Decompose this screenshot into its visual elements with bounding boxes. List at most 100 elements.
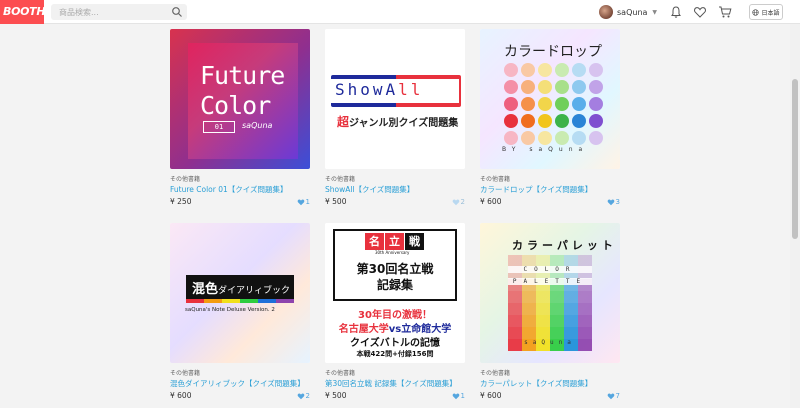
cover-title: Future Color: [200, 61, 285, 120]
product-category[interactable]: その他書籍: [325, 174, 465, 183]
heart-icon: [607, 392, 614, 399]
product-price: ¥ 250: [170, 197, 192, 206]
cart-icon[interactable]: [718, 5, 732, 19]
product-thumbnail[interactable]: カラーパレット COLOR PALETTE saQuna: [480, 223, 620, 363]
palette-cell: [550, 327, 564, 339]
color-dot: [504, 114, 518, 128]
color-dot: [555, 131, 569, 145]
heart-icon: [452, 392, 459, 399]
like-button[interactable]: 7: [607, 391, 620, 400]
like-button[interactable]: 2: [297, 391, 310, 400]
color-dot: [572, 63, 586, 77]
user-menu[interactable]: saQuna ▼: [599, 4, 657, 20]
product-thumbnail[interactable]: 混色ダイアリィブック saQuna's Note Deluxe Version.…: [170, 223, 310, 363]
product-title[interactable]: Future Color 01【クイズ問題集】: [170, 184, 310, 194]
cover-tagline: 30年目の激戦！: [358, 310, 432, 321]
cover-logo: ShowAll: [335, 80, 424, 99]
heart-icon: [297, 392, 304, 399]
scrollbar-thumb[interactable]: [792, 79, 798, 239]
color-dot: [521, 97, 535, 111]
product-title[interactable]: 第30回名立戦 記録集【クイズ問題集】: [325, 378, 465, 388]
product-thumbnail[interactable]: 名立戦 30th Anniversary 第30回名立戦 記録集 30年目の激戦…: [325, 223, 465, 363]
product-category[interactable]: その他書籍: [170, 174, 310, 183]
product-category[interactable]: その他書籍: [480, 368, 620, 377]
palette-cell: [536, 303, 550, 315]
color-dot: [555, 114, 569, 128]
product-thumbnail[interactable]: カラードロップ BY saQuna: [480, 29, 620, 169]
cover-signature: BY saQuna: [502, 146, 589, 153]
color-dot: [538, 80, 552, 94]
cover-matchup: 名古屋大学vs立命館大学: [338, 324, 452, 335]
cover-anniversary: 30th Anniversary: [375, 250, 410, 255]
color-dot: [589, 97, 603, 111]
product-card[interactable]: 名立戦 30th Anniversary 第30回名立戦 記録集 30年目の激戦…: [325, 223, 465, 400]
booth-logo[interactable]: BOOTHπ: [0, 0, 51, 24]
search-input[interactable]: [51, 4, 187, 20]
like-button[interactable]: 3: [607, 197, 620, 206]
palette-cell: [508, 303, 522, 315]
product-card[interactable]: カラーパレット COLOR PALETTE saQuna その他書籍 カラーパレ…: [480, 223, 620, 400]
product-title[interactable]: 混色ダイアリィブック【クイズ問題集】: [170, 378, 310, 388]
like-button[interactable]: 2: [452, 197, 465, 206]
search-icon[interactable]: [171, 6, 183, 18]
product-card[interactable]: 混色ダイアリィブック saQuna's Note Deluxe Version.…: [170, 223, 310, 400]
color-dot: [555, 80, 569, 94]
product-thumbnail[interactable]: ShowAll 超ジャンル別クイズ問題集: [325, 29, 465, 169]
color-dot: [521, 63, 535, 77]
color-dot: [538, 131, 552, 145]
cover-title: 混色ダイアリィブック: [192, 282, 291, 297]
like-button[interactable]: 1: [452, 391, 465, 400]
color-dot: [504, 80, 518, 94]
palette-cell: [522, 291, 536, 303]
heart-icon: [607, 198, 614, 205]
product-price: ¥ 600: [170, 391, 192, 400]
cover-caption: saQuna's Note Deluxe Version. 2: [185, 307, 275, 313]
like-count: 1: [305, 197, 310, 206]
color-dot: [589, 131, 603, 145]
like-count: 7: [615, 391, 620, 400]
cover-label-palette: PALETTE: [508, 278, 592, 285]
color-dot: [572, 114, 586, 128]
color-dot: [589, 114, 603, 128]
product-card[interactable]: ShowAll 超ジャンル別クイズ問題集 その他書籍 ShowAll【クイズ問題…: [325, 29, 465, 206]
color-dot: [521, 114, 535, 128]
like-count: 2: [305, 391, 310, 400]
page-scrollbar[interactable]: [790, 24, 800, 408]
product-category[interactable]: その他書籍: [480, 174, 620, 183]
product-price: ¥ 600: [480, 197, 502, 206]
palette-cell: [564, 291, 578, 303]
cover-logo: 名立戦: [365, 233, 425, 250]
palette-cell: [536, 315, 550, 327]
cover-number: 01: [203, 121, 235, 133]
palette-cell: [550, 315, 564, 327]
palette-cell: [550, 291, 564, 303]
product-title[interactable]: ShowAll【クイズ問題集】: [325, 184, 465, 194]
like-count: 1: [460, 391, 465, 400]
palette-cell: [564, 303, 578, 315]
palette-cell: [536, 291, 550, 303]
heart-icon[interactable]: [693, 5, 707, 19]
product-title[interactable]: カラードロップ【クイズ問題集】: [480, 184, 620, 194]
product-category[interactable]: その他書籍: [325, 368, 465, 377]
cover-subtitle: 超ジャンル別クイズ問題集: [337, 115, 459, 129]
heart-icon: [452, 198, 459, 205]
cover-signature: saQuna: [524, 339, 576, 346]
language-label: 日本語: [761, 9, 780, 17]
like-count: 3: [615, 197, 620, 206]
product-title[interactable]: カラーパレット【クイズ問題集】: [480, 378, 620, 388]
color-dot: [572, 131, 586, 145]
product-price: ¥ 500: [325, 197, 347, 206]
like-button[interactable]: 1: [297, 197, 310, 206]
palette-cell: [550, 303, 564, 315]
product-thumbnail[interactable]: Future Color 01 saQuna: [170, 29, 310, 169]
product-card[interactable]: カラードロップ BY saQuna その他書籍 カラードロップ【クイズ問題集】 …: [480, 29, 620, 206]
cover-title: 第30回名立戦 記録集: [356, 262, 434, 292]
bell-icon[interactable]: [669, 5, 683, 19]
language-selector[interactable]: 日本語: [749, 4, 783, 20]
color-dot: [555, 63, 569, 77]
product-category[interactable]: その他書籍: [170, 368, 310, 377]
palette-cell: [522, 315, 536, 327]
cover-color-stripes: [186, 299, 294, 303]
product-card[interactable]: Future Color 01 saQuna その他書籍 Future Colo…: [170, 29, 310, 206]
color-dot: [538, 114, 552, 128]
